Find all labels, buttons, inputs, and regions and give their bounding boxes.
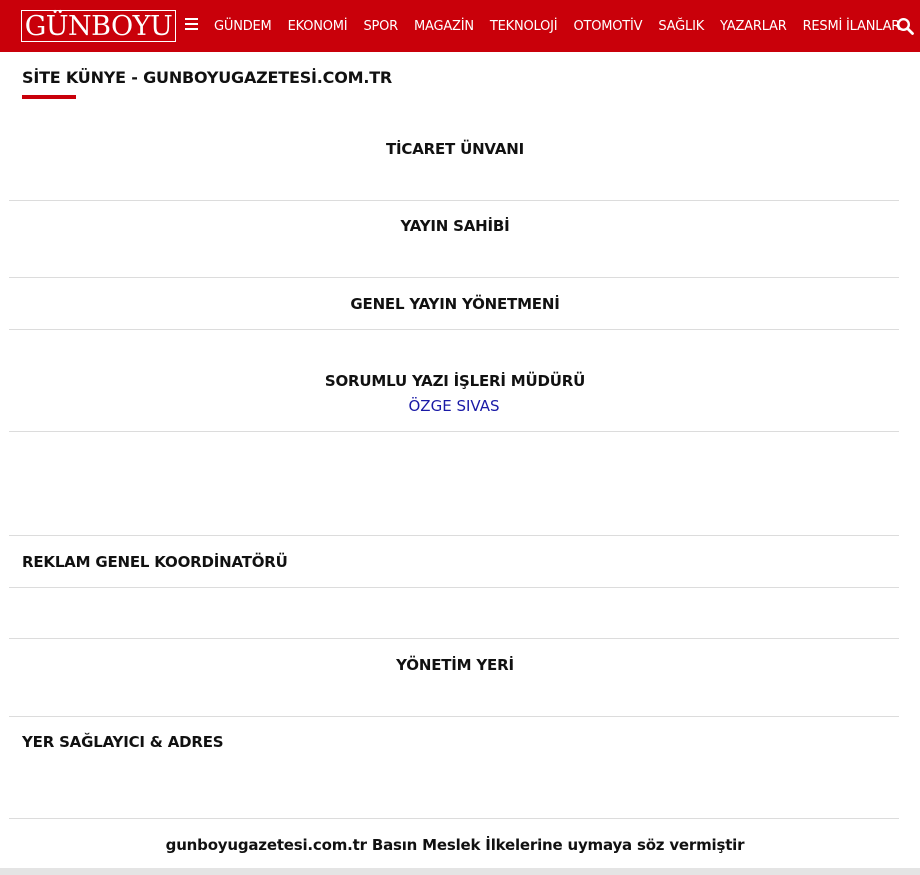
site-logo[interactable]: GÜNBOYU — [21, 10, 176, 42]
section-trade-name: TİCARET ÜNVANI — [386, 140, 524, 158]
section-editor-in-chief: GENEL YAYIN YÖNETMENİ — [350, 295, 560, 313]
section-management-office: YÖNETİM YERİ — [396, 656, 514, 674]
divider — [9, 535, 899, 536]
section-hosting: YER SAĞLAYICI & ADRES — [22, 733, 224, 751]
section-managing-editor: SORUMLU YAZI İŞLERİ MÜDÜRÜ — [324, 372, 586, 390]
nav-item-resmi-ilanlar[interactable]: RESMİ İLANLAR — [795, 19, 909, 34]
divider — [9, 200, 899, 201]
nav-item-yazarlar[interactable]: YAZARLAR — [712, 19, 795, 34]
section-ad-coordinator: REKLAM GENEL KOORDİNATÖRÜ — [22, 553, 288, 571]
hamburger-menu-icon[interactable] — [185, 18, 198, 32]
top-navigation-bar: GÜNBOYU GÜNDEM EKONOMİ SPOR MAGAZİN TEKN… — [0, 0, 920, 52]
divider — [9, 638, 899, 639]
nav-item-spor[interactable]: SPOR — [355, 19, 406, 34]
nav-item-gundem[interactable]: GÜNDEM — [206, 19, 280, 34]
divider — [9, 818, 899, 819]
nav-item-teknoloji[interactable]: TEKNOLOJİ — [482, 19, 566, 34]
horizontal-scrollbar[interactable] — [0, 868, 920, 875]
nav-item-magazin[interactable]: MAGAZİN — [406, 19, 482, 34]
divider — [9, 587, 899, 588]
search-icon[interactable] — [896, 17, 914, 35]
section-publisher: YAYIN SAHİBİ — [400, 217, 510, 235]
divider — [9, 431, 899, 432]
managing-editor-name-link[interactable]: ÖZGE SIVAS — [0, 397, 908, 415]
press-ethics-statement: gunboyugazetesi.com.tr Basın Meslek İlke… — [165, 836, 745, 854]
nav-item-saglik[interactable]: SAĞLIK — [650, 19, 712, 34]
nav-item-otomotiv[interactable]: OTOMOTİV — [565, 19, 650, 34]
divider — [9, 277, 899, 278]
divider — [9, 716, 899, 717]
nav-item-ekonomi[interactable]: EKONOMİ — [280, 19, 356, 34]
page-title: SİTE KÜNYE - GUNBOYUGAZETESİ.COM.TR — [22, 68, 393, 87]
divider — [9, 329, 899, 330]
logo-text: GÜNBOYU — [24, 10, 173, 42]
title-underline — [22, 95, 76, 99]
main-nav: GÜNDEM EKONOMİ SPOR MAGAZİN TEKNOLOJİ OT… — [206, 0, 908, 52]
